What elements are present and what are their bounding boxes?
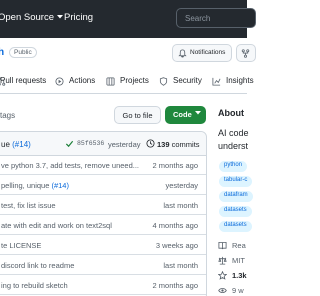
commit-message-text: te LICENSE	[1, 241, 42, 250]
stars-count: 1.3k	[232, 271, 247, 280]
file-row[interactable]: pelling, unique (#14) yesterday	[0, 176, 206, 195]
file-commit-time: 2 months ago	[152, 281, 198, 290]
about-description-line: AI code	[218, 128, 249, 138]
commit-message-text: ate with edit and work on text2sql	[1, 221, 112, 230]
file-commit-message[interactable]: te LICENSE	[1, 241, 151, 250]
file-commit-message[interactable]: ing to rebuild sketch	[1, 281, 151, 290]
commit-sha[interactable]: 85f6536	[77, 140, 104, 147]
file-commit-message[interactable]: test, fix list issue	[1, 201, 151, 210]
eye-icon	[218, 288, 227, 293]
go-to-file-button[interactable]: Go to file	[114, 106, 161, 124]
file-commit-message[interactable]: ate with edit and work on text2sql	[1, 221, 151, 230]
code-button[interactable]: Code	[165, 106, 206, 124]
notifications-button[interactable]: Notifications	[172, 44, 232, 62]
top-header: Open Source Pricing Search	[0, 0, 256, 38]
file-row[interactable]: te LICENSE 3 weeks ago	[0, 236, 206, 255]
commit-pr-link[interactable]: (#14)	[51, 181, 69, 190]
bell-icon	[178, 49, 187, 58]
check-icon	[65, 140, 74, 148]
about-description-line: underst	[218, 141, 249, 151]
repo-name[interactable]: h	[0, 47, 4, 58]
latest-commit-message[interactable]: ue (#14)	[1, 140, 31, 149]
file-commit-time: 4 months ago	[152, 221, 198, 230]
commit-message-text: ve python 3.7, add tests, remove uneed..…	[1, 161, 140, 170]
topic-tag[interactable]: datafram	[219, 191, 253, 202]
file-commit-message[interactable]: discord link to readme	[1, 261, 151, 270]
law-icon	[218, 256, 227, 265]
repo-tabs: Pull requests Actions Projects Security …	[0, 70, 254, 94]
commit-message-text: ue	[1, 140, 13, 149]
star-icon	[218, 271, 227, 280]
commit-count-number: 139	[157, 140, 170, 149]
chevron-down-icon	[56, 15, 63, 19]
commit-message-text: pelling, unique	[1, 181, 52, 190]
visibility-badge: Public	[9, 47, 37, 58]
tab-label: Projects	[120, 76, 149, 85]
commit-message-text: ing to rebuild sketch	[1, 281, 68, 290]
file-commit-message[interactable]: pelling, unique (#14)	[1, 181, 151, 190]
commit-message-text: discord link to readme	[1, 261, 75, 270]
search-input[interactable]: Search	[176, 8, 256, 28]
commit-time: yesterday	[108, 140, 141, 149]
file-commit-message[interactable]: ve python 3.7, add tests, remove uneed..…	[1, 161, 151, 170]
tags-link[interactable]: tags	[0, 111, 15, 120]
nav-pricing[interactable]: Pricing	[64, 12, 93, 23]
watchers-label: 9 w	[232, 286, 244, 295]
license-label: MIT	[232, 256, 245, 265]
actions-icon	[55, 77, 64, 86]
latest-commit-bar: ue (#14) 85f6536 yesterday 139 commits	[0, 132, 206, 156]
topic-tag[interactable]: tabular-c	[219, 176, 253, 187]
readme-label: Rea	[232, 241, 246, 250]
fork-button[interactable]	[236, 44, 256, 62]
fork-icon	[241, 49, 250, 58]
file-commit-time: yesterday	[165, 181, 198, 190]
commit-message-text: test, fix list issue	[1, 201, 56, 210]
file-list: ue (#14) 85f6536 yesterday 139 commits v…	[0, 131, 207, 296]
file-row[interactable]: ing to rebuild sketch 2 months ago	[0, 276, 206, 295]
tab-label: Insights	[226, 76, 254, 85]
projects-icon	[106, 77, 115, 86]
chevron-down-icon	[195, 111, 201, 115]
file-commit-time: last month	[163, 261, 198, 270]
book-icon	[218, 241, 227, 250]
tab-label: Security	[173, 76, 202, 85]
commit-count-label: commits	[171, 140, 200, 149]
tab-label: Pull requests	[0, 76, 47, 85]
file-row[interactable]: ate with edit and work on text2sql 4 mon…	[0, 216, 206, 235]
topic-tag[interactable]: datasets	[219, 206, 252, 217]
commit-count[interactable]: 139 commits	[157, 140, 200, 149]
topic-tag[interactable]: datasets	[219, 221, 252, 232]
about-description: AI code underst	[218, 127, 278, 153]
file-commit-time: 3 weeks ago	[155, 241, 198, 250]
file-row[interactable]: ve python 3.7, add tests, remove uneed..…	[0, 156, 206, 175]
nav-open-source[interactable]: Open Source	[0, 12, 63, 23]
tab-label: Actions	[69, 76, 96, 85]
stars-label: 1.3k	[232, 271, 247, 280]
graph-icon	[212, 77, 221, 86]
shield-icon	[159, 77, 168, 86]
history-icon	[146, 139, 155, 148]
code-button-label: Code	[173, 110, 192, 119]
file-commit-time: last month	[163, 201, 198, 210]
nav-open-source-label: Open Source	[0, 12, 54, 23]
file-row[interactable]: discord link to readme last month	[0, 256, 206, 275]
file-row[interactable]: test, fix list issue last month	[0, 196, 206, 215]
topic-tag[interactable]: python	[219, 161, 248, 172]
file-commit-time: 2 months ago	[152, 161, 198, 170]
about-heading: About	[218, 108, 244, 118]
commit-pr-link[interactable]: (#14)	[12, 140, 31, 149]
notifications-label: Notifications	[190, 49, 226, 56]
